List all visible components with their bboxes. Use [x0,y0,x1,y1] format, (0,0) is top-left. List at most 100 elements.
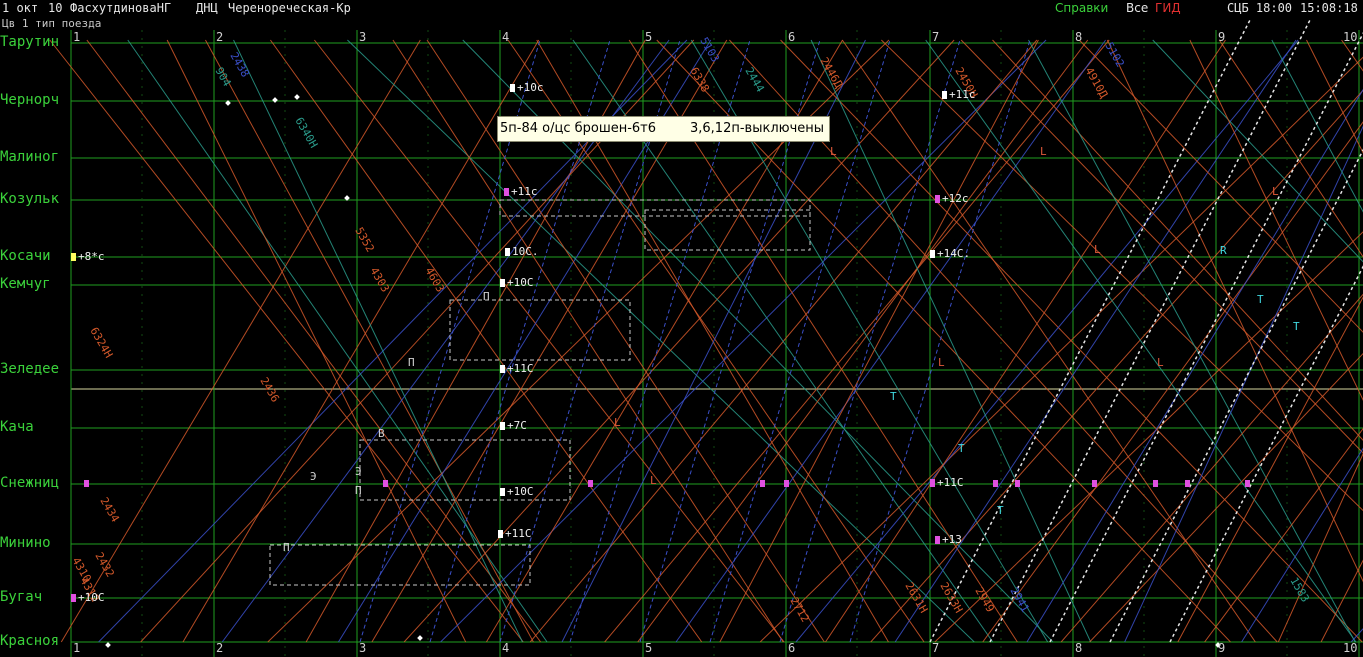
train-stop-marker-2 [588,480,593,487]
train-number-label: 2446Д [817,55,845,91]
hour-label: 2 [216,30,224,44]
hour-label: 9 [1218,30,1226,44]
delay-annotation: +10С [500,485,534,498]
train-stop-marker-8 [1153,480,1158,487]
delay-annotation: +11с [942,88,976,101]
train-thread-10 [233,39,523,643]
train-number-label: 2436 [257,375,282,404]
hour-label: 9 [1218,641,1226,655]
train-stop-marker-10 [1245,480,1250,487]
station-label[interactable]: Красноя [0,633,59,649]
station-label[interactable]: Чернорч [0,92,59,108]
marker-letter: R [1220,244,1227,257]
station-label[interactable]: Тарутин [0,34,59,50]
hour-label: 6 [788,30,796,44]
marker-letter: L [1272,185,1279,198]
marker-letter: П [483,290,490,303]
hour-label: 3 [359,30,367,44]
work-window-2 [449,299,631,361]
marker-letter: L [1040,145,1047,158]
train-thread-6 [166,39,467,643]
train-number-label: 6340Н [292,115,320,150]
train-thread-8 [205,39,534,643]
hour-label: 6 [788,641,796,655]
diamond-marker-1 [272,97,278,103]
diamond-marker-4 [105,642,111,648]
marker-letter: Т [1257,293,1264,306]
delay-annotation: +10с [510,81,544,94]
delay-annotation: +10С [500,276,534,289]
station-label[interactable]: Кемчуг [0,276,51,292]
train-number-label: 5102 [1102,40,1127,69]
station-label[interactable]: Зеледее [0,361,59,377]
tooltip-right-text: 3,6,12п-выключены [690,121,825,136]
train-number-label: 2434 [97,495,122,525]
hour-label: 10 [1343,641,1358,655]
hour-label: 7 [932,641,940,655]
delay-annotation: +10С [71,591,105,604]
delay-annotation: +12с [935,192,969,205]
hour-label: 8 [1075,641,1083,655]
hour-label: 3 [359,641,367,655]
marker-letter: L [1094,243,1101,256]
train-stop-marker-1 [383,480,388,487]
graph-canvas[interactable]: 243443102432510324446338 2446Д 2450Н 4910Д5… [0,0,1363,657]
train-thread-54 [1078,39,1363,333]
station-label[interactable]: Снежниц [0,475,59,491]
train-number-label: 2712 [787,595,812,624]
train-number-label: 2444 [742,65,767,95]
tooltip-left-text: 5п-84 о/цс брошен-6т6 [500,121,657,136]
delay-annotation: +11С [500,362,534,375]
station-label[interactable]: Кача [0,419,34,435]
marker-letter: Э [310,470,317,483]
hour-label: 8 [1075,30,1083,44]
train-thread-52 [1028,39,1356,643]
delay-annotation: +8*с [71,250,105,263]
train-thread-44 [880,39,1363,512]
marker-letter: Т [890,390,897,403]
train-number-label: 2949 [972,585,997,614]
train-number-label: 4603 [422,265,447,294]
status-tooltip: 5п-84 о/цс брошен-6т6 3,6,12п-выключены [497,116,830,142]
station-label[interactable]: Косачи [0,248,51,264]
train-thread-53 [1060,293,1363,643]
train-stop-marker-5 [993,480,998,487]
marker-letter: П [408,356,415,369]
hour-label: 5 [645,30,653,44]
train-thread-58 [1152,39,1363,263]
station-label[interactable]: Малиног [0,149,59,165]
hour-label: 7 [932,30,940,44]
train-number-label: 2438 [227,50,252,79]
train-stop-marker-3 [760,480,765,487]
marker-letter: Т [958,442,965,455]
marker-letter: Т [997,504,1004,517]
work-window-4 [499,199,811,217]
train-schedule-graph[interactable]: 1 окт 10 ФасхутдиноваНГ ДНЦ Черенореческ… [0,0,1363,657]
marker-letter: L [830,145,837,158]
marker-letter: L [650,474,657,487]
train-thread-63 [1241,447,1363,643]
hour-label: 4 [502,30,510,44]
delay-annotation: +14С. [930,247,970,260]
train-number-label: 4303 [367,265,392,294]
marker-letter: L [614,416,621,429]
marker-letter: П [283,541,290,554]
delay-annotation: +7С [500,419,527,432]
station-label[interactable]: Минино [0,535,51,551]
hour-label: 2 [216,641,224,655]
train-number-label: 5352 [352,225,377,254]
station-label[interactable]: Козульк [0,191,59,207]
marker-letter: Т [1293,320,1300,333]
train-thread-50 [992,39,1363,441]
station-label[interactable]: Бугач [0,589,42,605]
train-thread-37 [759,56,1363,643]
train-thread-1 [60,39,421,643]
marker-letter: П [355,484,362,497]
train-thread-43 [870,89,1363,643]
train-thread-2 [86,39,542,643]
train-thread-46 [925,39,1357,643]
train-stop-marker-9 [1185,480,1190,487]
train-stop-marker-0 [84,480,89,487]
train-number-label: 6324Н [87,325,115,360]
delay-annotation: +11с [504,185,538,198]
